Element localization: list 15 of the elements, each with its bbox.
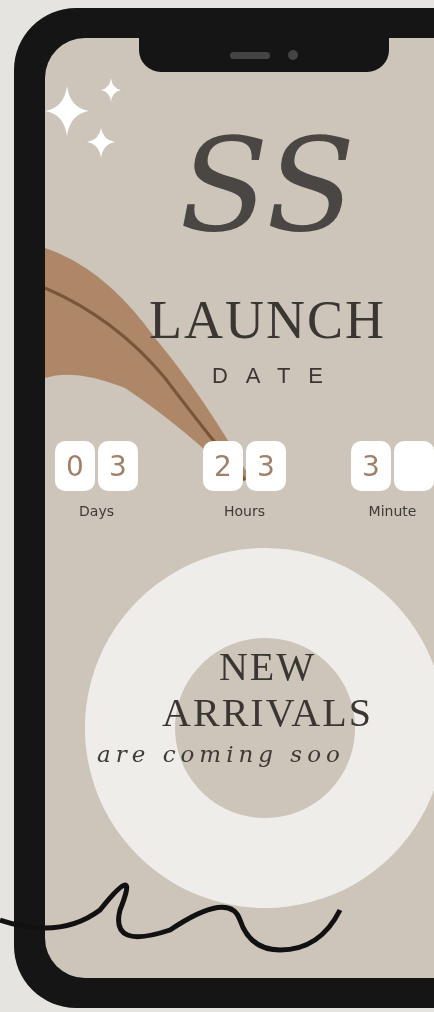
digit-box: 0 [55,441,95,491]
unit-label: Minute [368,503,417,519]
digit-box: 3 [246,441,286,491]
unit-label: Hours [224,503,265,519]
launch-title: LAUNCH [149,293,386,347]
tagline: are coming soo [97,741,345,767]
date-subtitle: DATE [211,363,341,389]
arrivals-title: ARRIVALS [162,693,373,733]
new-title: NEW [218,647,317,687]
digit-box: 2 [203,441,243,491]
monogram-logo: SS [178,108,357,263]
digit-box: 3 [98,441,138,491]
unit-label: Days [79,503,114,519]
digit-box: 3 [351,441,391,491]
digit-box [394,441,434,491]
